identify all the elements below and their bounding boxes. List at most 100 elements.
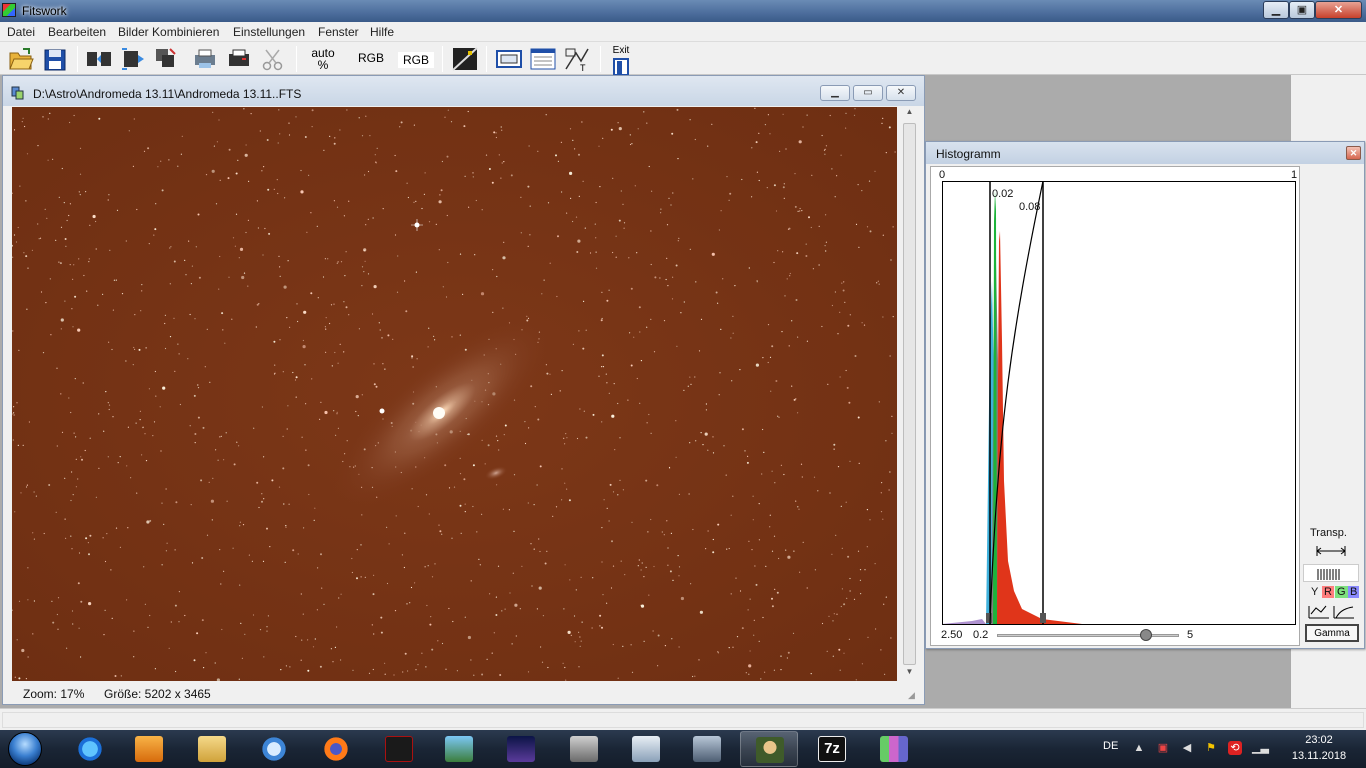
channel-y[interactable]: Y — [1309, 586, 1320, 598]
astro-photo — [12, 107, 897, 681]
menu-bearbeiten[interactable]: Bearbeiten — [48, 25, 106, 39]
taskbar-firefox[interactable] — [307, 731, 365, 767]
taskbar-camera-tool[interactable] — [555, 731, 613, 767]
firefox-icon — [322, 736, 350, 762]
scroll-up-arrow-icon[interactable]: ▲ — [901, 107, 918, 121]
gamma-button[interactable]: Gamma — [1305, 624, 1359, 642]
usb-device-icon[interactable]: ▣ — [1156, 741, 1170, 755]
mona-lisa-icon — [756, 737, 784, 763]
taskbar-fitswork[interactable] — [740, 731, 798, 767]
capture-icon — [693, 736, 721, 762]
7zip-icon: 7z — [818, 736, 846, 762]
exit-label: Exit — [612, 45, 630, 56]
maximize-button[interactable]: ▣ — [1289, 1, 1315, 19]
channel-g[interactable]: G — [1335, 586, 1348, 598]
copy-stack-icon[interactable] — [152, 45, 182, 73]
auto-percent-button[interactable]: auto % — [308, 47, 338, 71]
exit-button[interactable]: Exit — [608, 45, 634, 79]
clock-date[interactable]: 13.11.2018 — [1284, 750, 1354, 762]
histogram-panel: 0 1 0.02 0.08 2.50 0.2 5 — [930, 166, 1300, 646]
landscape-icon — [445, 736, 473, 762]
scroll-down-arrow-icon[interactable]: ▼ — [901, 667, 918, 681]
print-icon[interactable] — [190, 45, 220, 73]
image-window-titlebar[interactable]: D:\Astro\Andromeda 13.11\Andromeda 13.11… — [3, 76, 924, 106]
show-hidden-icons-icon[interactable]: ▲ — [1132, 741, 1146, 755]
curve-mode-icon[interactable] — [1307, 604, 1357, 620]
open-folder-icon[interactable] — [6, 45, 36, 73]
volume-icon[interactable]: ◀ — [1180, 741, 1194, 755]
channel-r[interactable]: R — [1322, 586, 1334, 598]
channel-b[interactable]: B — [1348, 586, 1360, 598]
histogram-bars-icon[interactable] — [1303, 564, 1359, 582]
taskbar-7zip[interactable]: 7z — [803, 731, 861, 767]
close-button[interactable]: ✕ — [1315, 1, 1362, 19]
toolbar-separator — [77, 46, 78, 72]
transparency-range-icon[interactable] — [1315, 544, 1349, 558]
taskbar-stellarium[interactable] — [492, 731, 550, 767]
flip-horizontal-icon[interactable] — [84, 45, 114, 73]
histogram-title: Histogramm — [936, 147, 1001, 161]
taskbar-image-viewer[interactable] — [430, 731, 488, 767]
network-signal-icon[interactable]: ▁▃ — [1252, 741, 1269, 755]
scale-max-label: 1 — [1291, 169, 1298, 181]
arc-app-icon — [385, 736, 413, 762]
internet-explorer-icon — [76, 736, 104, 762]
taskbar-capture-app[interactable] — [678, 731, 736, 767]
grid-window-icon[interactable] — [528, 45, 558, 73]
toolbar: auto % RGB RGB T Exit — [0, 42, 1366, 76]
taskbar-media-player[interactable] — [120, 731, 178, 767]
frame-icon[interactable] — [494, 45, 524, 73]
scroll-thumb[interactable] — [903, 123, 916, 665]
histogram-close-button[interactable]: ✕ — [1346, 146, 1361, 160]
clock-time[interactable]: 23:02 — [1284, 734, 1354, 746]
antivirus-icon[interactable]: ⟲ — [1228, 741, 1242, 755]
taskbar-explorer[interactable] — [183, 731, 241, 767]
system-tray: DE ▲ ▣ ◀ ⚑ ⟲ ▁▃ 23:02 13.11.2018 — [1098, 730, 1366, 768]
folder-icon — [198, 736, 226, 762]
menu-hilfe[interactable]: Hilfe — [370, 25, 394, 39]
taskbar-astro-app[interactable] — [370, 731, 428, 767]
menu-datei[interactable]: Datei — [7, 25, 35, 39]
menu-bilder-kombinieren[interactable]: Bilder Kombinieren — [118, 25, 219, 39]
minimize-button[interactable]: ▁ — [1263, 1, 1289, 19]
svg-text:T: T — [580, 63, 586, 73]
vertical-scrollbar[interactable]: ▲ ▼ — [901, 107, 918, 681]
andromeda-image[interactable] — [12, 107, 897, 681]
taskbar-internet-explorer[interactable] — [61, 731, 119, 767]
toolbar-separator — [486, 46, 487, 72]
stellarium-icon — [507, 736, 535, 762]
app-status-bar — [0, 708, 1366, 730]
levels-icon[interactable] — [450, 45, 480, 73]
taskbar-diagram-app[interactable] — [865, 731, 923, 767]
printer-icon[interactable] — [224, 45, 254, 73]
media-player-icon — [135, 736, 163, 762]
image-minimize-button[interactable]: ▁ — [820, 85, 850, 101]
scissors-icon[interactable] — [258, 45, 288, 73]
rgb-button-1[interactable]: RGB — [352, 52, 390, 64]
photo-camera-icon — [632, 736, 660, 762]
rgb-button-2[interactable]: RGB — [398, 52, 434, 68]
toolbar-separator — [296, 46, 297, 72]
action-center-flag-icon[interactable]: ⚑ — [1204, 741, 1218, 755]
mail-icon — [260, 736, 288, 762]
gamma-slider-thumb[interactable] — [1140, 629, 1153, 641]
image-status-bar: Zoom: 17% Größe: 5202 x 3465 ◢ — [3, 682, 924, 704]
save-disk-icon[interactable] — [40, 45, 70, 73]
measure-icon[interactable]: T — [562, 45, 592, 73]
scale-min-label: 0 — [939, 169, 946, 181]
resize-icon[interactable] — [118, 45, 148, 73]
start-button[interactable] — [4, 731, 48, 767]
app-titlebar: Fitswork ▁ ▣ ✕ — [0, 0, 1366, 22]
menu-einstellungen[interactable]: Einstellungen — [233, 25, 305, 39]
fitswork-app-icon — [2, 3, 16, 17]
image-close-button[interactable]: ✕ — [886, 85, 916, 101]
histogram-titlebar[interactable]: Histogramm ✕ — [926, 142, 1364, 164]
resize-grip-icon[interactable]: ◢ — [908, 690, 915, 701]
histogram-plot[interactable] — [942, 181, 1297, 625]
language-indicator[interactable]: DE — [1103, 740, 1118, 752]
taskbar-photo-app[interactable] — [617, 731, 675, 767]
taskbar-mail[interactable] — [245, 731, 303, 767]
image-window-title: D:\Astro\Andromeda 13.11\Andromeda 13.11… — [33, 87, 302, 101]
menu-fenster[interactable]: Fenster — [318, 25, 359, 39]
image-restore-button[interactable]: ▭ — [853, 85, 883, 101]
